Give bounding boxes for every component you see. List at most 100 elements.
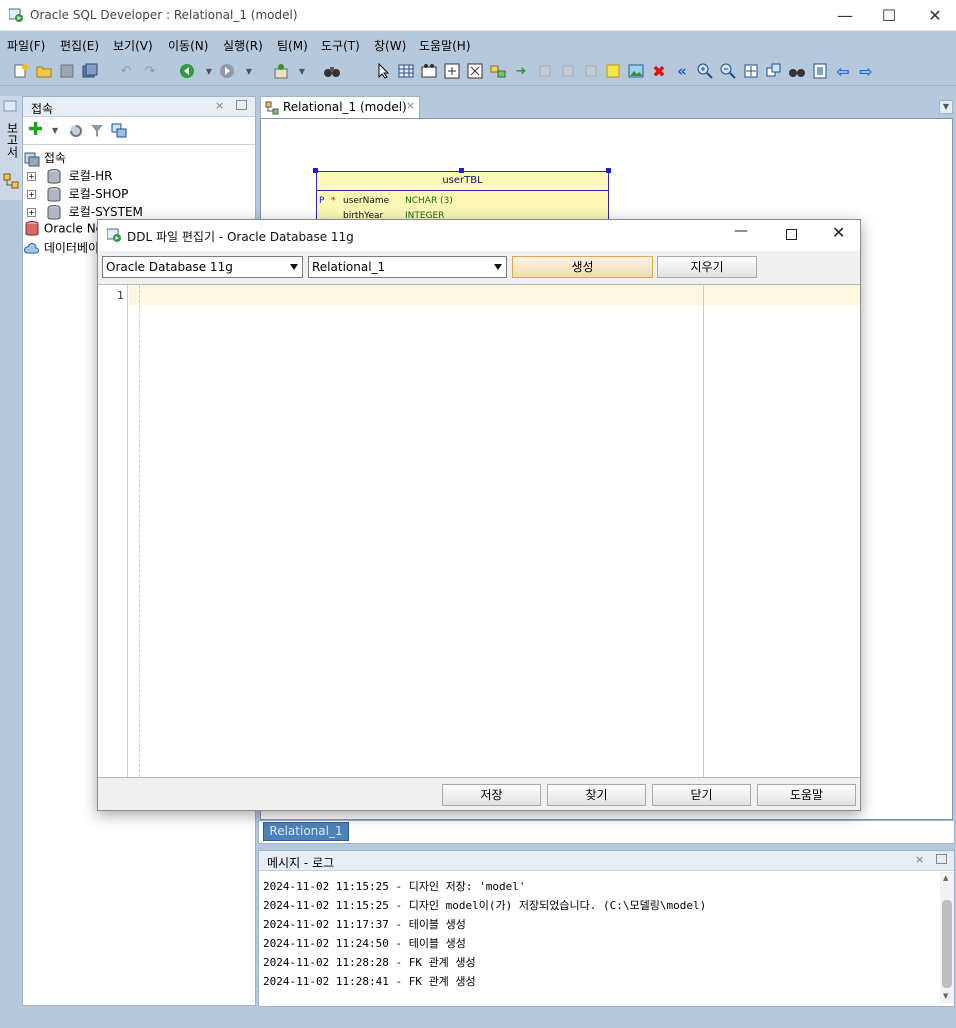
zoom-out-icon[interactable]: [719, 62, 737, 80]
scroll-down-icon[interactable]: ▼: [943, 992, 948, 1000]
connections-panel-title: 접속: [31, 102, 54, 116]
close-dialog-button[interactable]: 닫기: [652, 784, 751, 806]
menu-view[interactable]: 보기(V): [113, 37, 153, 54]
generate-button[interactable]: 생성: [512, 256, 653, 278]
selection-handle[interactable]: [606, 168, 611, 173]
schema-browser-icon[interactable]: [111, 123, 127, 142]
log-minimize-icon[interactable]: [936, 854, 947, 864]
properties-icon[interactable]: [811, 62, 829, 80]
menu-run[interactable]: 실행(R): [223, 37, 263, 54]
sql-developer-icon: [8, 8, 23, 22]
database-icon: [47, 168, 61, 184]
nav-back-arrow-icon[interactable]: ⇦: [834, 62, 852, 81]
expand-icon[interactable]: +: [27, 172, 36, 181]
entity-usertbl[interactable]: userTBL P * userName NCHAR (3) birthYear…: [316, 171, 609, 226]
back-icon[interactable]: [178, 62, 196, 80]
editor-tabs-dropdown-icon[interactable]: ▼: [939, 100, 953, 114]
open-folder-icon[interactable]: [35, 62, 53, 80]
split-table-icon[interactable]: [443, 62, 461, 80]
delete-icon[interactable]: ✖: [650, 62, 668, 81]
tree-item-local-shop[interactable]: + 로컬-SHOP: [27, 185, 128, 203]
save-button[interactable]: 저장: [442, 784, 541, 806]
tab-close-icon[interactable]: ×: [406, 99, 415, 112]
select-pointer-icon[interactable]: [374, 62, 392, 80]
binoculars-icon[interactable]: [323, 62, 341, 80]
model-select[interactable]: Relational_1: [308, 256, 507, 278]
note-icon[interactable]: [604, 62, 622, 80]
menu-team[interactable]: 팀(M): [277, 37, 308, 54]
arrow-relation-icon[interactable]: ➜: [512, 62, 530, 80]
merge-table-icon[interactable]: [466, 62, 484, 80]
add-dropdown-icon[interactable]: ▼: [52, 126, 58, 135]
layout-icon[interactable]: [765, 62, 783, 80]
expand-icon[interactable]: +: [27, 208, 36, 217]
reports-tab-icon[interactable]: [3, 100, 17, 115]
dialog-minimize-button[interactable]: —: [734, 223, 748, 239]
new-table-icon[interactable]: [397, 62, 415, 80]
selection-handle[interactable]: [459, 168, 464, 173]
panel-close-icon[interactable]: ×: [215, 99, 224, 112]
ddl-editor-dialog: DDL 파일 편집기 - Oracle Database 11g — ✕ Ora…: [97, 219, 861, 811]
model-tab-icon: [265, 101, 279, 115]
zoom-in-icon[interactable]: [696, 62, 714, 80]
new-file-icon[interactable]: [12, 62, 30, 80]
undo-icon[interactable]: ↶: [117, 62, 135, 80]
menu-edit[interactable]: 편집(E): [60, 37, 99, 54]
side-reports-strip[interactable]: 보고서: [0, 96, 22, 200]
nav-forward-arrow-icon[interactable]: ⇨: [857, 62, 875, 81]
disabled-tool-2-icon[interactable]: [559, 62, 577, 80]
model-browser-icon[interactable]: [3, 173, 19, 192]
database-select[interactable]: Oracle Database 11g: [102, 256, 303, 278]
tree-root-connections[interactable]: 접속: [24, 149, 66, 167]
menu-window[interactable]: 창(W): [374, 37, 406, 54]
scroll-up-icon[interactable]: ▲: [943, 874, 948, 882]
menu-file[interactable]: 파일(F): [7, 37, 45, 54]
menu-help[interactable]: 도움말(H): [419, 37, 471, 54]
redo-icon[interactable]: ↷: [141, 62, 159, 80]
fit-screen-icon[interactable]: [742, 62, 760, 80]
refresh-icon[interactable]: [68, 123, 84, 142]
disabled-tool-3-icon[interactable]: [582, 62, 600, 80]
menu-navigate[interactable]: 이동(N): [168, 37, 208, 54]
tree-item-database-cloud[interactable]: 데이터베이: [23, 239, 99, 257]
log-line: 2024-11-02 11:28:41 - FK 관계 생성: [263, 975, 476, 988]
picture-icon[interactable]: [627, 62, 645, 80]
dialog-close-button[interactable]: ✕: [832, 223, 845, 242]
find-button[interactable]: 찾기: [547, 784, 646, 806]
help-button[interactable]: 도움말: [757, 784, 856, 806]
database-select-value: Oracle Database 11g: [106, 260, 233, 274]
maximize-button[interactable]: ☐: [866, 0, 912, 31]
worksheet-dropdown-icon[interactable]: ▼: [293, 62, 311, 80]
new-view-icon[interactable]: [420, 62, 438, 80]
selection-handle[interactable]: [313, 168, 318, 173]
dialog-maximize-button[interactable]: [786, 229, 797, 240]
log-scrollbar[interactable]: ▲ ▼: [940, 872, 954, 1003]
tree-item-oracle-nosql[interactable]: Oracle No: [24, 221, 103, 237]
tab-relational-model[interactable]: Relational_1 (model) ×: [260, 96, 420, 118]
tree-item-local-system[interactable]: + 로컬-SYSTEM: [27, 203, 143, 221]
back-dropdown-icon[interactable]: ▼: [200, 62, 218, 80]
log-close-icon[interactable]: ×: [915, 853, 924, 866]
engineer-icon[interactable]: «: [673, 62, 691, 80]
minimize-button[interactable]: —: [822, 0, 868, 31]
ddl-code-editor[interactable]: 1: [98, 284, 860, 778]
sql-worksheet-icon[interactable]: [272, 62, 290, 80]
close-button[interactable]: ✕: [912, 0, 956, 31]
menu-tools[interactable]: 도구(T): [321, 37, 360, 54]
add-connection-icon[interactable]: ✚: [28, 121, 43, 139]
filter-icon[interactable]: [90, 124, 104, 141]
save-all-icon[interactable]: [81, 62, 99, 80]
new-fk-relation-icon[interactable]: [489, 62, 507, 80]
expand-icon[interactable]: +: [27, 190, 36, 199]
find-binoculars-icon[interactable]: [788, 62, 806, 80]
save-icon[interactable]: [58, 62, 76, 80]
tree-item-local-hr[interactable]: + 로컬-HR: [27, 167, 112, 185]
panel-minimize-icon[interactable]: [236, 100, 247, 110]
disabled-tool-1-icon[interactable]: [536, 62, 554, 80]
forward-dropdown-icon[interactable]: ▼: [240, 62, 258, 80]
scroll-thumb[interactable]: [942, 900, 952, 988]
reports-tab-label[interactable]: 보고서: [4, 122, 19, 158]
clear-button[interactable]: 지우기: [657, 256, 757, 278]
forward-icon[interactable]: [218, 62, 236, 80]
diagram-tab-relational[interactable]: Relational_1: [263, 822, 349, 841]
